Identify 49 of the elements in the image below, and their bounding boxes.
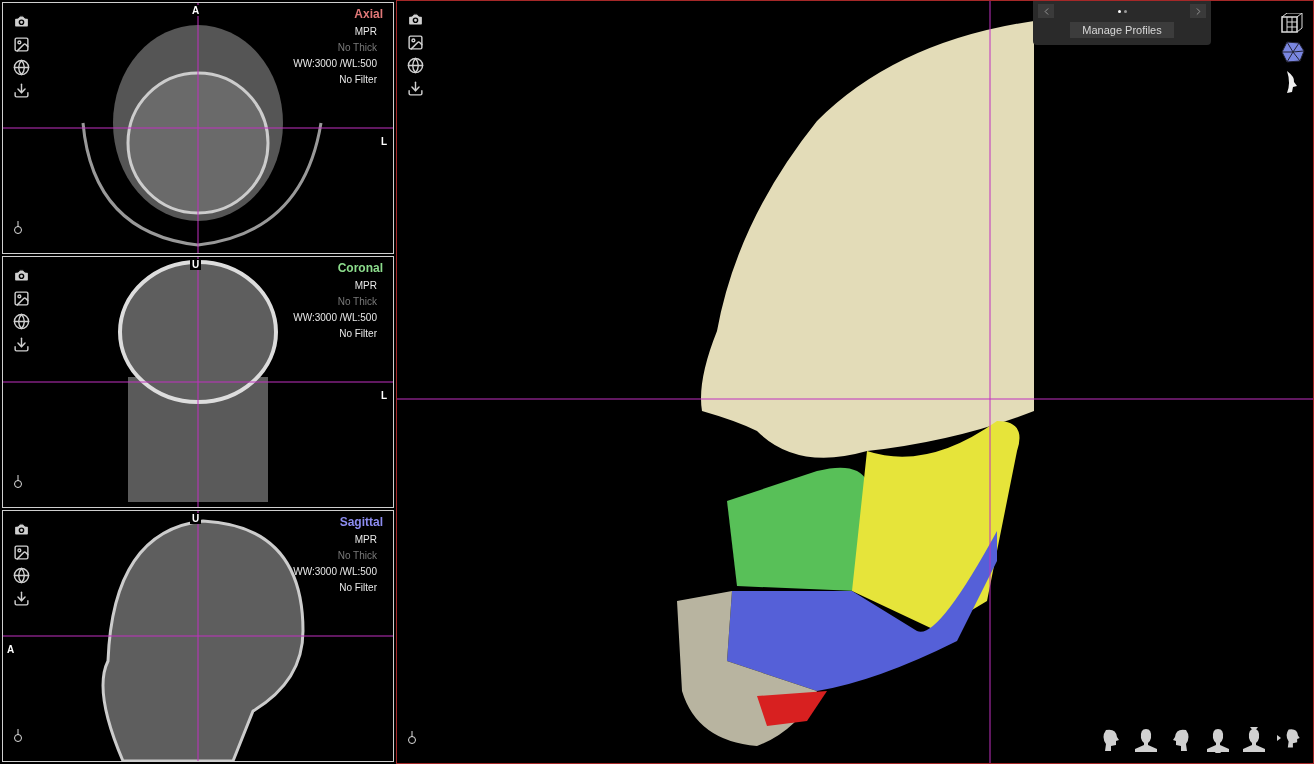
orientation-label: U xyxy=(190,259,202,270)
view-info-text: WW:3000 /WL:500 xyxy=(293,566,378,577)
view-info-text: MPR xyxy=(354,26,378,37)
cursor-icon xyxy=(13,475,23,489)
view-info-text: MPR xyxy=(354,534,378,545)
download-icon[interactable] xyxy=(13,336,30,353)
view-info-text: WW:3000 /WL:500 xyxy=(293,312,378,323)
page-dot[interactable] xyxy=(1117,9,1121,13)
cursor-icon xyxy=(13,729,23,743)
head-front-icon[interactable] xyxy=(1133,727,1159,753)
view-title: Sagittal xyxy=(339,515,383,529)
view-info-text: No Thick xyxy=(337,296,378,307)
view-info-text: No Filter xyxy=(339,328,378,339)
globe-icon[interactable] xyxy=(13,313,30,330)
view-title: Coronal xyxy=(337,261,383,275)
head-bottom-view-icon[interactable] xyxy=(1205,727,1231,753)
orientation-label: A xyxy=(5,644,17,655)
view-info-text: No Thick xyxy=(337,550,378,561)
mesh-icon[interactable] xyxy=(1281,41,1305,63)
camera-icon[interactable] xyxy=(13,13,30,30)
globe-icon[interactable] xyxy=(13,59,30,76)
view-info-text: MPR xyxy=(354,280,378,291)
image-icon[interactable] xyxy=(13,290,30,307)
camera-icon[interactable] xyxy=(407,11,424,28)
view-title: Axial xyxy=(354,7,383,21)
page-dot[interactable] xyxy=(1123,9,1127,13)
camera-icon[interactable] xyxy=(13,521,30,538)
globe-icon[interactable] xyxy=(13,567,30,584)
head-top-view-icon[interactable] xyxy=(1241,727,1267,753)
view-info-text: No Thick xyxy=(337,42,378,53)
download-icon[interactable] xyxy=(13,590,30,607)
cursor-icon xyxy=(407,731,417,745)
orientation-label: U xyxy=(190,513,202,524)
view-info-text: No Filter xyxy=(339,582,378,593)
download-icon[interactable] xyxy=(13,82,30,99)
camera-icon[interactable] xyxy=(13,267,30,284)
view-info-text: WW:3000 /WL:500 xyxy=(293,58,378,69)
orientation-label: L xyxy=(378,390,389,401)
globe-icon[interactable] xyxy=(407,57,424,74)
view-info-text: No Filter xyxy=(339,74,378,85)
manage-profiles-button[interactable]: Manage Profiles xyxy=(1070,22,1174,38)
cursor-icon xyxy=(13,221,23,235)
orientation-label: A xyxy=(190,5,202,16)
image-icon[interactable] xyxy=(407,34,424,51)
download-icon[interactable] xyxy=(407,80,424,97)
grid-cube-icon[interactable] xyxy=(1281,13,1303,33)
image-icon[interactable] xyxy=(13,544,30,561)
image-icon[interactable] xyxy=(13,36,30,53)
orientation-label: L xyxy=(378,136,389,147)
